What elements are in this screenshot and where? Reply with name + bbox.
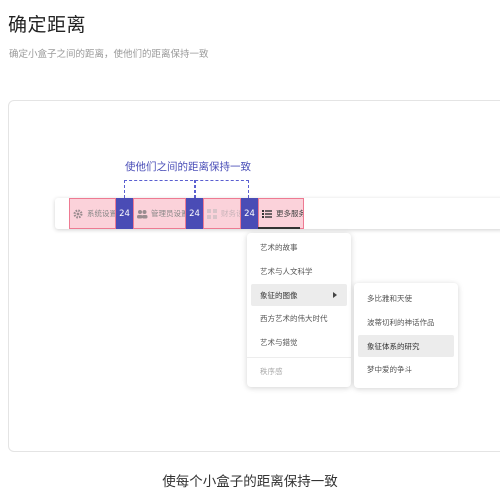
submenu-item-label: 象征体系的研究 xyxy=(367,341,420,351)
dropdown-item-label: 艺术与錯觉 xyxy=(260,337,298,347)
bottom-caption: 使每个小盒子的距离保持一致 xyxy=(162,474,338,490)
dropdown-item[interactable]: 艺术与錯觉 xyxy=(251,331,347,353)
dropdown-divider xyxy=(247,357,351,358)
submenu-item[interactable]: 多比雅和天使 xyxy=(358,287,454,309)
spacing-bracket-top xyxy=(124,180,249,181)
gap-value: 24 xyxy=(119,208,130,219)
gear-icon xyxy=(73,208,83,219)
dropdown-menu: 艺术的故事 艺术与人文科学 象征的图像 西方艺术的伟大时代 艺术与錯觉 秩序感 xyxy=(247,233,351,387)
menu-item-more-services[interactable]: 更多服务 xyxy=(258,198,304,229)
page-title: 确定距离 xyxy=(8,14,87,36)
menu-item-admin-settings[interactable]: 管理员设置 xyxy=(133,198,186,229)
menu-item-label: 管理员设置 xyxy=(151,209,186,218)
submenu-item[interactable]: 梦中爱的争斗 xyxy=(358,358,454,380)
users-icon xyxy=(137,209,148,218)
list-icon xyxy=(262,209,272,218)
dropdown-item[interactable]: 艺术的故事 xyxy=(251,236,347,258)
caret-right-icon xyxy=(333,292,337,298)
dropdown-item-label: 西方艺术的伟大时代 xyxy=(260,313,328,323)
gap-value: 24 xyxy=(244,208,255,219)
submenu-item-active[interactable]: 象征体系的研究 xyxy=(358,335,454,357)
menu-item-label: 更多服务 xyxy=(276,209,304,218)
active-menu-underline xyxy=(258,227,300,229)
spacing-gap-3: 24 xyxy=(241,198,258,229)
dropdown-item-label: 艺术与人文科学 xyxy=(260,266,313,276)
menu-item-finance-settings[interactable]: 财务设 xyxy=(203,198,241,229)
menu-item-label: 财务设 xyxy=(221,209,240,218)
dropdown-item[interactable]: 艺术与人文科学 xyxy=(251,260,347,282)
menu-item-label: 系统设置 xyxy=(87,209,116,218)
submenu-item[interactable]: 波蒂切利的神话作品 xyxy=(358,311,454,333)
gap-value: 24 xyxy=(189,208,200,219)
spacing-gap-1: 24 xyxy=(116,198,133,229)
spacing-bracket-middle-right xyxy=(195,180,196,198)
dropdown-item-label: 象征的图像 xyxy=(260,290,298,300)
dropdown-item-label: 艺术的故事 xyxy=(260,242,298,252)
submenu-item-label: 多比雅和天使 xyxy=(367,293,412,303)
dropdown-item-active[interactable]: 象征的图像 xyxy=(251,284,347,306)
spacing-annotation-label: 使他们之间的距离保持一致 xyxy=(125,161,251,173)
submenu-item-label: 波蒂切利的神话作品 xyxy=(367,317,435,327)
menu-item-system-settings[interactable]: 系统设置 xyxy=(69,198,116,229)
dropdown-item[interactable]: 西方艺术的伟大时代 xyxy=(251,307,347,329)
dropdown-item-disabled: 秩序感 xyxy=(251,360,347,382)
submenu: 多比雅和天使 波蒂切利的神话作品 象征体系的研究 梦中爱的争斗 xyxy=(354,283,458,388)
submenu-item-label: 梦中爱的争斗 xyxy=(367,364,412,374)
spacing-gap-2: 24 xyxy=(186,198,203,229)
spacing-bracket-right xyxy=(248,180,249,198)
dropdown-item-label: 秩序感 xyxy=(260,366,283,376)
spacing-bracket-left xyxy=(124,180,125,198)
page-subtitle: 确定小盒子之间的距离，使他们的距离保持一致 xyxy=(9,49,209,60)
grid-icon xyxy=(207,208,217,219)
